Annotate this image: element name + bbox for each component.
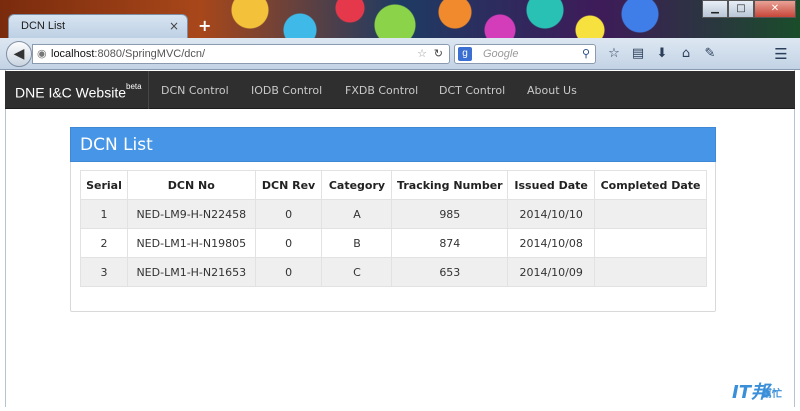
nav-dct-control[interactable]: DCT Control xyxy=(439,71,505,109)
url-text: localhost:8080/SpringMVC/dcn/ xyxy=(51,48,206,60)
tab-close-icon[interactable]: × xyxy=(169,19,179,33)
panel-header: DCN List xyxy=(70,127,716,162)
nav-divider xyxy=(148,71,149,109)
header-dcn-rev: DCN Rev xyxy=(254,170,323,200)
cell-dcn-rev: 0 xyxy=(254,199,323,229)
cell-serial: 3 xyxy=(80,257,128,287)
download-icon[interactable]: ⬇ xyxy=(652,45,672,63)
cell-dcn-no: NED-LM1-H-N21653 xyxy=(126,257,256,287)
back-button[interactable]: ◀ xyxy=(6,41,32,67)
header-tracking-number: Tracking Number xyxy=(391,170,509,200)
address-bar[interactable]: ◉ localhost:8080/SpringMVC/dcn/ ☆ ↻ xyxy=(32,44,450,64)
tab-title: DCN List xyxy=(21,20,66,32)
cell-category: C xyxy=(321,257,393,287)
site-navbar: DNE I&C Websitebeta DCN Control IODB Con… xyxy=(5,71,795,109)
cell-issued-date: 2014/10/08 xyxy=(507,228,596,258)
brand-beta-badge: beta xyxy=(126,82,142,91)
watermark-sub: 幫忙 xyxy=(762,389,782,400)
maximize-button[interactable]: □ xyxy=(728,0,754,18)
ithome-watermark-logo: IT邦 幫忙 xyxy=(732,378,792,404)
cell-category: A xyxy=(321,199,393,229)
menu-icon[interactable]: ☰ xyxy=(770,43,792,65)
cell-dcn-no: NED-LM1-H-N19805 xyxy=(126,228,256,258)
globe-icon: ◉ xyxy=(37,48,47,60)
nav-fxdb-control[interactable]: FXDB Control xyxy=(345,71,418,109)
browser-titlebar: DCN List × + ▁ □ ✕ xyxy=(0,0,800,40)
table-row: 1 NED-LM9-H-N22458 0 A 985 2014/10/10 xyxy=(80,199,707,229)
nav-dcn-control[interactable]: DCN Control xyxy=(161,71,229,109)
header-serial: Serial xyxy=(80,170,128,200)
reload-icon[interactable]: ↻ xyxy=(434,45,443,63)
cell-dcn-rev: 0 xyxy=(254,257,323,287)
cell-tracking-number: 874 xyxy=(391,228,509,258)
table-header-row: Serial DCN No DCN Rev Category Tracking … xyxy=(80,170,707,200)
addons-icon[interactable]: ✎ xyxy=(700,45,720,63)
cell-dcn-no: NED-LM9-H-N22458 xyxy=(126,199,256,229)
google-engine-icon[interactable]: g xyxy=(458,47,472,61)
nav-iodb-control[interactable]: IODB Control xyxy=(251,71,322,109)
home-icon[interactable]: ⌂ xyxy=(676,45,696,63)
search-placeholder: Google xyxy=(483,48,519,60)
cell-tracking-number: 985 xyxy=(391,199,509,229)
panel-title: DCN List xyxy=(80,135,153,155)
cell-dcn-rev: 0 xyxy=(254,228,323,258)
dcn-table: Serial DCN No DCN Rev Category Tracking … xyxy=(80,170,707,287)
cell-completed-date xyxy=(594,199,707,229)
window-border-right xyxy=(794,70,795,407)
window-border-left xyxy=(5,70,6,407)
close-window-button[interactable]: ✕ xyxy=(754,0,796,18)
header-completed-date: Completed Date xyxy=(594,170,707,200)
header-issued-date: Issued Date xyxy=(507,170,596,200)
toolbar-icons: ☆ ▤ ⬇ ⌂ ✎ xyxy=(604,45,720,63)
table-row: 2 NED-LM1-H-N19805 0 B 874 2014/10/08 xyxy=(80,228,707,258)
header-dcn-no: DCN No xyxy=(126,170,256,200)
cell-issued-date: 2014/10/09 xyxy=(507,257,596,287)
cell-tracking-number: 653 xyxy=(391,257,509,287)
browser-toolbar: ◀ ◉ localhost:8080/SpringMVC/dcn/ ☆ ↻ g … xyxy=(0,38,800,70)
cell-serial: 2 xyxy=(80,228,128,258)
cell-issued-date: 2014/10/10 xyxy=(507,199,596,229)
new-tab-button[interactable]: + xyxy=(198,16,211,35)
nav-about-us[interactable]: About Us xyxy=(527,71,577,109)
dcn-panel: DCN List Serial DCN No DCN Rev Category … xyxy=(70,127,716,312)
cell-serial: 1 xyxy=(80,199,128,229)
search-input[interactable]: g Google ⚲ xyxy=(454,44,596,64)
search-icon[interactable]: ⚲ xyxy=(582,45,590,63)
star-icon[interactable]: ☆ xyxy=(604,45,624,63)
browser-tab[interactable]: DCN List × xyxy=(8,14,188,38)
cell-category: B xyxy=(321,228,393,258)
table-row: 3 NED-LM1-H-N21653 0 C 653 2014/10/09 xyxy=(80,257,707,287)
bookmark-star-icon[interactable]: ☆ xyxy=(417,45,427,63)
window-controls: ▁ □ ✕ xyxy=(702,0,796,18)
minimize-button[interactable]: ▁ xyxy=(702,0,728,18)
cell-completed-date xyxy=(594,228,707,258)
site-brand[interactable]: DNE I&C Websitebeta xyxy=(15,71,142,109)
header-category: Category xyxy=(321,170,393,200)
cell-completed-date xyxy=(594,257,707,287)
bookmarks-icon[interactable]: ▤ xyxy=(628,45,648,63)
